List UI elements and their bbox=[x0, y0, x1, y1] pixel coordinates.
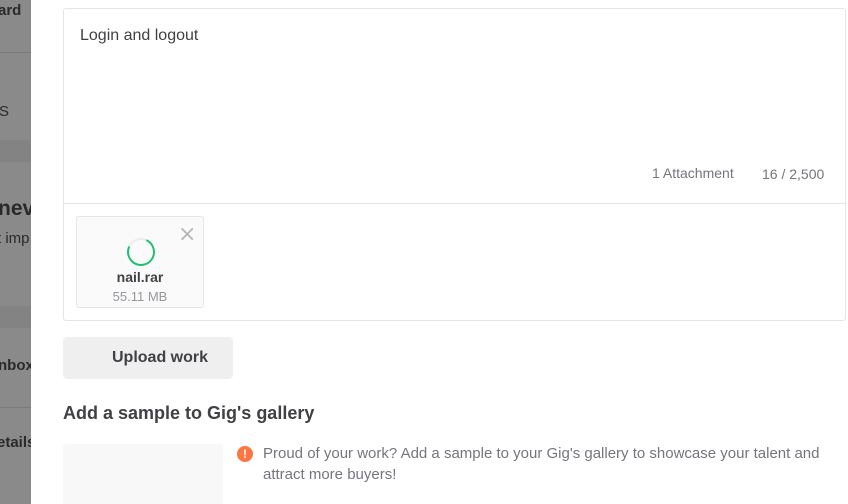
attachment-file-size: 55.11 MB bbox=[112, 289, 168, 304]
loading-spinner-icon bbox=[123, 234, 159, 270]
upload-work-button[interactable]: Upload work bbox=[63, 337, 233, 379]
background-overlay: ard S nev t imp nbox etails bbox=[0, 0, 31, 504]
divider bbox=[64, 203, 845, 204]
message-box[interactable]: Login and logout 1 Attachment 16 / 2,500… bbox=[63, 8, 846, 321]
bg-fragment: ard bbox=[0, 2, 22, 19]
deliver-work-panel: Login and logout 1 Attachment 16 / 2,500… bbox=[31, 0, 848, 504]
bg-fragment: nev bbox=[0, 197, 31, 220]
exclamation-icon: ! bbox=[237, 446, 253, 462]
bg-band bbox=[0, 140, 31, 162]
bg-fragment: etails bbox=[0, 434, 31, 451]
gallery-info-text: Proud of your work? Add a sample to your… bbox=[263, 445, 820, 483]
bg-fragment: S bbox=[0, 103, 10, 120]
attachment-count: 1 Attachment bbox=[652, 165, 734, 181]
bg-fragment: t imp bbox=[0, 230, 30, 247]
bg-divider bbox=[0, 52, 31, 53]
bg-divider bbox=[0, 407, 31, 408]
attachment-file-name: nail.rar bbox=[116, 269, 164, 285]
gallery-sample-placeholder[interactable] bbox=[63, 444, 223, 504]
character-counter: 16 / 2,500 bbox=[762, 166, 825, 182]
message-textarea[interactable]: Login and logout bbox=[80, 27, 198, 45]
close-icon[interactable]: × bbox=[178, 224, 196, 246]
attachment-card: × nail.rar 55.11 MB bbox=[76, 216, 204, 308]
bg-band bbox=[0, 306, 31, 328]
bg-fragment: nbox bbox=[0, 357, 31, 374]
gallery-section-title: Add a sample to Gig's gallery bbox=[63, 403, 315, 423]
